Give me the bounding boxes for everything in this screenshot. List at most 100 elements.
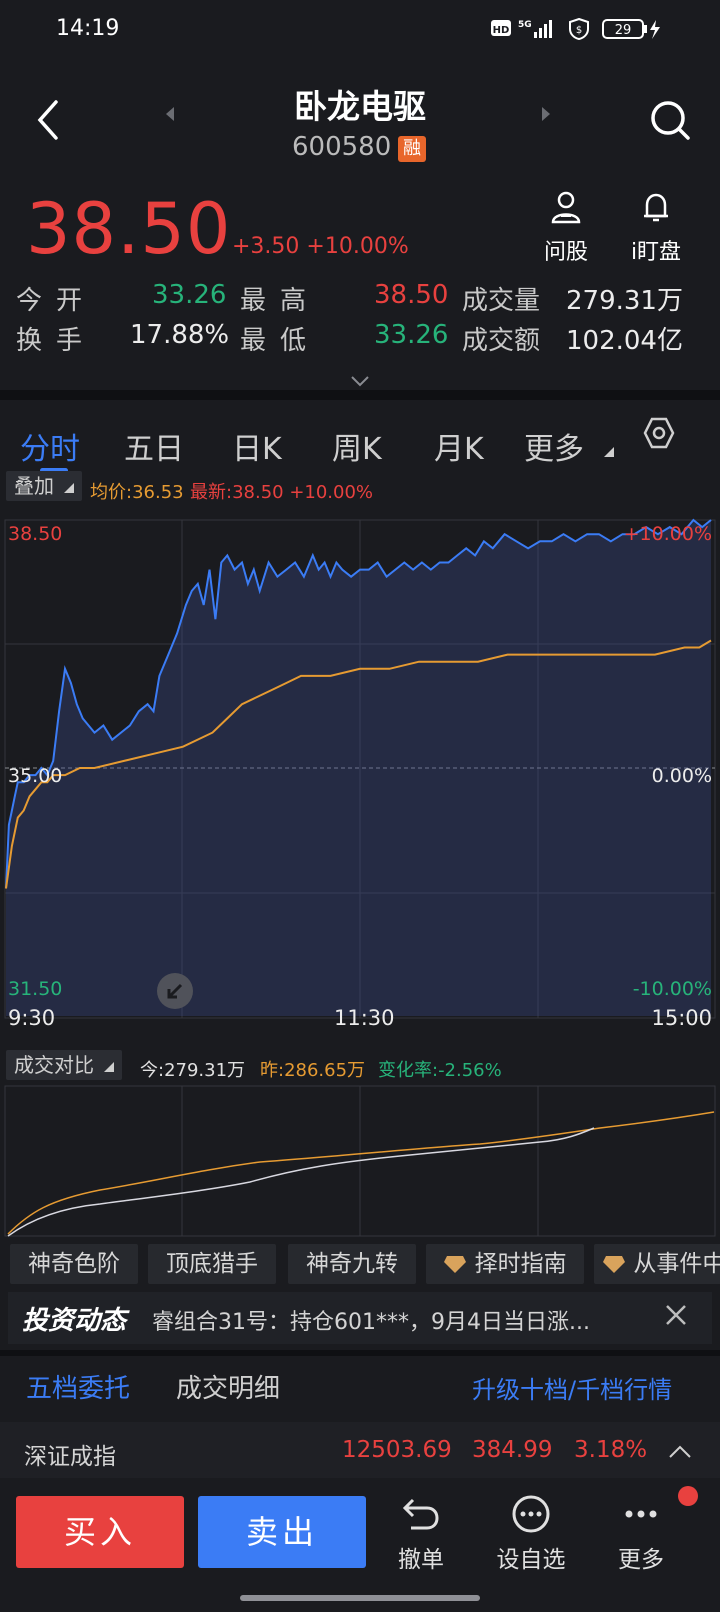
feature-chip-timing-guide[interactable]: 择时指南: [426, 1244, 584, 1284]
price-change: +3.50 +10.00%: [232, 234, 409, 259]
avg-price-legend: 均价:36.53: [90, 482, 184, 503]
cancel-order-button[interactable]: 撤单: [376, 1494, 466, 1574]
tab-monthly-k[interactable]: 月K: [434, 424, 484, 468]
index-pct: 3.18%: [574, 1437, 648, 1463]
current-price: 38.50: [26, 188, 232, 270]
cancel-order-label: 撤单: [398, 1547, 444, 1573]
vpn-shield-icon: $: [568, 17, 590, 41]
open-label: 今开: [16, 286, 97, 316]
status-time: 14:19: [56, 16, 120, 41]
overlay-label: 叠加: [14, 474, 54, 498]
tab-more[interactable]: 更多: [524, 424, 584, 468]
ask-stock-label: 问股: [543, 240, 588, 265]
today-volume-line: [7, 1127, 595, 1237]
high-label: 最高: [240, 286, 321, 316]
intraday-price-chart[interactable]: [0, 510, 720, 1020]
upgrade-depth-link[interactable]: 升级十档/千档行情: [472, 1370, 672, 1405]
expand-chevron-down-icon[interactable]: [350, 372, 370, 391]
search-icon[interactable]: [648, 98, 692, 142]
overlay-button[interactable]: 叠加: [6, 471, 83, 501]
news-title: 投资动态: [22, 1306, 127, 1336]
overlay-caret-icon: [64, 483, 75, 493]
bell-icon: [644, 193, 668, 222]
news-close-icon[interactable]: [664, 1300, 688, 1335]
chart-settings-icon[interactable]: [642, 416, 676, 454]
next-stock-arrow-icon[interactable]: [540, 106, 552, 126]
svg-text:HD: HD: [493, 25, 510, 36]
tab-trade-detail[interactable]: 成交明细: [176, 1368, 280, 1405]
x-tick-noon: 11:30: [334, 1006, 395, 1030]
high-value: 38.50: [374, 280, 449, 310]
more-dots-icon: [625, 1510, 657, 1518]
home-indicator[interactable]: [240, 1595, 480, 1601]
volume-change-rate: 变化率:-2.56%: [378, 1060, 502, 1081]
low-value: 33.26: [374, 320, 449, 350]
x-tick-close: 15:00: [651, 1006, 712, 1030]
volume-compare-chart[interactable]: [0, 1082, 720, 1242]
tab-more-caret-icon: [604, 442, 614, 461]
watch-label: i盯盘: [630, 240, 682, 265]
chevron-up-icon[interactable]: [668, 1444, 692, 1463]
volume-compare-button[interactable]: 成交对比: [6, 1050, 123, 1080]
pct-axis-bottom: -10.00%: [632, 978, 712, 1000]
tab-daily-k[interactable]: 日K: [232, 424, 282, 468]
volume-value: 279.31万: [566, 286, 683, 316]
event-label: 从事件中: [633, 1251, 720, 1277]
low-label: 最低: [240, 326, 321, 356]
price-axis-mid: 35.00: [8, 765, 63, 787]
buy-button[interactable]: 买入: [16, 1496, 184, 1568]
chart-fullscreen-icon[interactable]: [156, 972, 194, 1014]
price-axis-bottom: 31.50: [8, 978, 63, 1000]
volume-today: 今:279.31万: [140, 1060, 246, 1081]
tab-intraday[interactable]: 分时: [20, 424, 80, 468]
open-value: 33.26: [152, 280, 227, 310]
stock-code: 600580: [292, 132, 392, 162]
diamond-icon: [444, 1256, 467, 1273]
volume-yesterday: 昨:286.65万: [260, 1060, 366, 1081]
amount-label: 成交额: [462, 326, 541, 356]
index-change: 384.99: [472, 1437, 553, 1463]
more-button[interactable]: 更多: [596, 1494, 686, 1574]
notification-dot: [678, 1486, 698, 1506]
dots-circle-icon: [512, 1495, 550, 1533]
tab-five-day[interactable]: 五日: [124, 424, 184, 468]
latest-price-legend: 最新:38.50 +10.00%: [190, 482, 374, 503]
diamond-icon: [603, 1256, 625, 1273]
index-name: 深证成指: [24, 1444, 116, 1470]
timing-guide-label: 择时指南: [474, 1251, 567, 1277]
add-watchlist-button[interactable]: 设自选: [486, 1494, 576, 1574]
volume-compare-label: 成交对比: [14, 1053, 94, 1077]
index-value: 12503.69: [342, 1437, 452, 1463]
battery-level: 29: [615, 23, 632, 38]
volume-compare-caret-icon: [104, 1062, 115, 1072]
add-watchlist-label: 设自选: [496, 1547, 566, 1573]
price-area-fill: [6, 520, 711, 1016]
watch-button[interactable]: i盯盘: [616, 190, 696, 266]
pct-axis-top: +10.00%: [623, 523, 712, 545]
hd-icon: HD: [490, 18, 512, 40]
person-icon: [551, 191, 581, 224]
feature-chip-color-scale[interactable]: 神奇色阶: [10, 1244, 138, 1284]
amount-value: 102.04亿: [566, 326, 683, 356]
more-label: 更多: [618, 1547, 664, 1573]
signal-icon: 5G: [518, 18, 558, 40]
feature-chip-event[interactable]: 从事件中: [594, 1244, 720, 1284]
section-divider: [0, 390, 720, 400]
margin-badge: 融: [398, 136, 426, 162]
x-tick-open: 9:30: [8, 1006, 56, 1030]
feature-chip-top-bottom[interactable]: 顶底猎手: [148, 1244, 276, 1284]
turnover-label: 换手: [16, 326, 97, 356]
sell-button[interactable]: 卖出: [198, 1496, 366, 1568]
tab-order-book[interactable]: 五档委托: [26, 1368, 130, 1405]
section-divider: [0, 1350, 720, 1356]
volume-label: 成交量: [462, 286, 541, 316]
turnover-value: 17.88%: [130, 320, 230, 350]
ask-stock-button[interactable]: 问股: [526, 190, 606, 266]
feature-chip-nine-turn[interactable]: 神奇九转: [288, 1244, 416, 1284]
svg-text:$: $: [576, 25, 582, 36]
pct-axis-mid: 0.00%: [651, 765, 712, 787]
tab-weekly-k[interactable]: 周K: [332, 424, 382, 468]
news-text[interactable]: 睿组合31号：持仓601***，9月4日当日涨...: [152, 1304, 590, 1336]
stock-name: 卧龙电驱: [294, 87, 426, 126]
svg-text:5G: 5G: [518, 20, 532, 30]
